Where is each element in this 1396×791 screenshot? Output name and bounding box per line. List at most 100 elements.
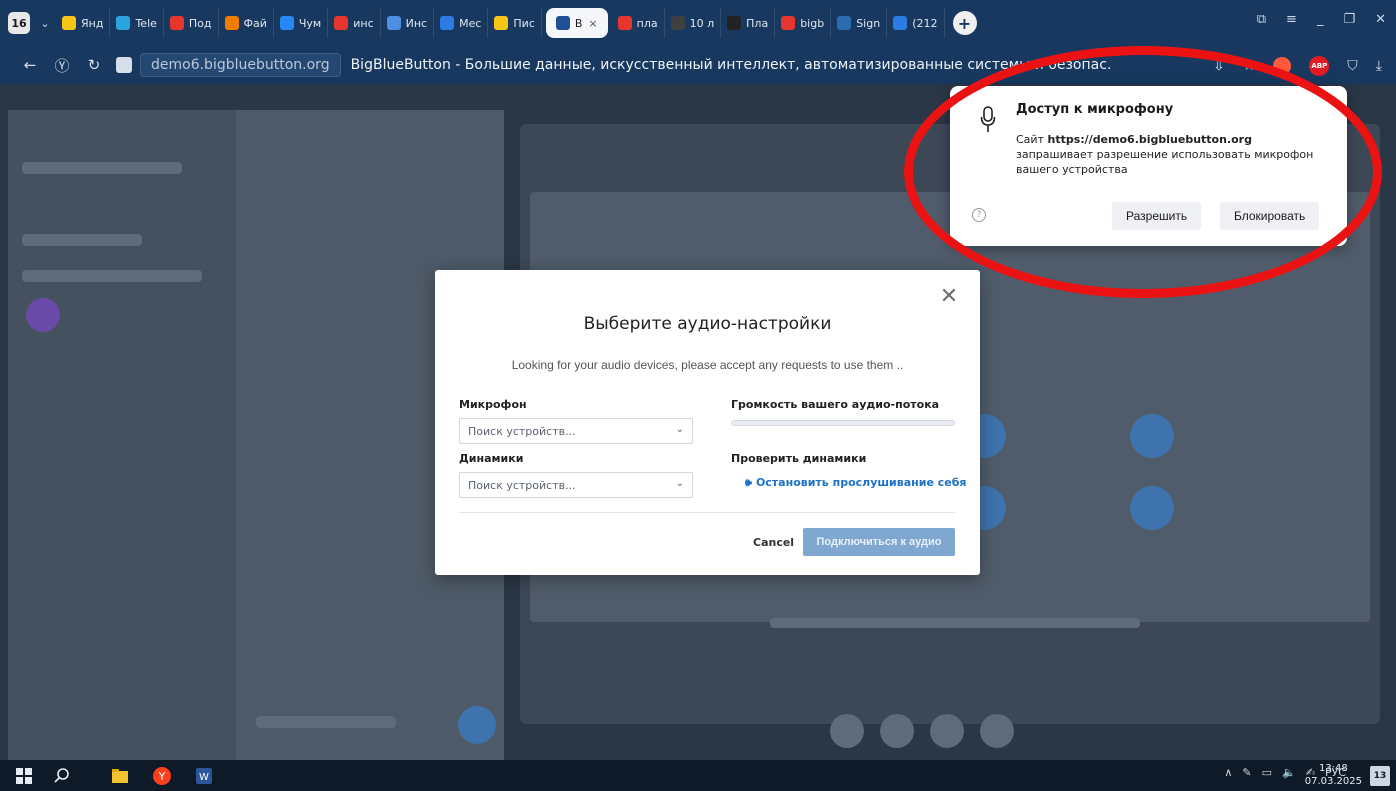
clock[interactable]: 13:48 07.03.2025 (1305, 762, 1362, 788)
blurred-circle (980, 714, 1014, 748)
browser-tab[interactable]: В × (545, 8, 608, 38)
browser-tab[interactable]: Tele (110, 8, 164, 38)
tab-favicon-icon (334, 16, 349, 30)
tab-label: инс (353, 16, 374, 30)
browser-tab-strip: 16 ⌄ Янд Tele Под Фай Чум инс Инс Мес Пис В × пла 10… (0, 0, 1396, 46)
stop-listen-link[interactable]: 🕪 Остановить прослушивание себя (745, 476, 966, 490)
bookmarks-icon[interactable]: ⧉ (1257, 12, 1266, 27)
blurred-circle (1130, 486, 1174, 530)
blurred-circle (1130, 414, 1174, 458)
browser-tab[interactable]: Янд (56, 8, 111, 38)
browser-tab[interactable]: Sign (831, 8, 888, 38)
volume-meter (731, 420, 955, 426)
tab-count-badge[interactable]: 16 (8, 12, 30, 34)
browser-tab[interactable]: 10 л (665, 8, 722, 38)
tab-favicon-icon (169, 16, 184, 30)
tab-label: Чум (298, 16, 322, 30)
browser-tab[interactable]: Пис (488, 8, 542, 38)
pen-icon[interactable]: ✎ (1242, 766, 1251, 779)
tab-favicon-icon (494, 16, 509, 30)
tab-favicon-icon (893, 16, 908, 30)
file-explorer-icon[interactable] (110, 766, 130, 786)
menu-icon[interactable]: ≡ (1286, 12, 1297, 27)
windows-taskbar: Y W ∧ ✎ ▭ 🔈 ✍ РУС 13:48 07.03.2025 13 (0, 760, 1396, 791)
rocket-extension-icon[interactable] (1273, 57, 1292, 75)
browser-tab[interactable]: bigb (775, 8, 832, 38)
clock-time: 13:48 (1318, 763, 1348, 774)
url-domain[interactable]: demo6.bigbluebutton.org (140, 53, 341, 77)
volume-icon[interactable]: 🔈 (1282, 766, 1296, 779)
permission-title: Доступ к микрофону (1016, 102, 1174, 117)
chevron-down-icon: ⌄ (675, 424, 684, 435)
block-button[interactable]: Блокировать (1220, 202, 1320, 230)
browser-tab[interactable]: Инс (381, 8, 435, 38)
speakers-label: Динамики (459, 452, 524, 465)
tab-label: Инс (405, 16, 428, 30)
browser-tab[interactable]: Под (164, 8, 219, 38)
tab-label: Sign (856, 16, 881, 30)
close-icon[interactable]: ✕ (938, 286, 960, 308)
tab-label: пла (636, 16, 658, 30)
blurred-circle (930, 714, 964, 748)
close-window-icon[interactable]: ✕ (1375, 12, 1386, 27)
permission-text-suffix: запрашивает разрешение использовать микр… (1016, 148, 1314, 176)
downloads-panel-icon[interactable]: ⤓ (1376, 58, 1382, 74)
restore-icon[interactable]: ❐ (1343, 12, 1355, 27)
windows-start-icon[interactable] (14, 766, 34, 786)
bookmark-star-icon[interactable]: ☆ (1243, 58, 1256, 74)
tab-favicon-icon (224, 16, 239, 30)
tab-list: Янд Tele Под Фай Чум инс Инс Мес Пис В × пла 10 л Пла… (56, 8, 945, 38)
chevron-down-icon[interactable]: ⌄ (34, 17, 56, 30)
chevron-up-icon[interactable]: ∧ (1224, 766, 1232, 779)
blurred-circle (880, 714, 914, 748)
yandex-browser-icon[interactable]: Y (152, 766, 172, 786)
page-title[interactable]: BigBlueButton - Большие данные, искусств… (351, 57, 1111, 73)
word-icon[interactable]: W (194, 766, 214, 786)
minimize-icon[interactable]: _ (1317, 12, 1324, 27)
tab-label: В (574, 16, 583, 30)
address-bar: ← Ⓨ ↻ demo6.bigbluebutton.org BigBlueBut… (0, 46, 1396, 84)
yandex-icon[interactable]: Ⓨ (46, 55, 78, 76)
browser-tab[interactable]: (212 (887, 8, 945, 38)
browser-tab[interactable]: Фай (219, 8, 274, 38)
tab-label: Под (188, 16, 212, 30)
svg-text:Y: Y (158, 770, 166, 783)
browser-tab[interactable]: Чум (274, 8, 329, 38)
tab-favicon-icon (837, 16, 852, 30)
modal-title: Выберите аудио-настройки (583, 314, 832, 334)
browser-tab[interactable]: инс (328, 8, 381, 38)
allow-button[interactable]: Разрешить (1112, 202, 1202, 230)
blurred-line (770, 618, 1140, 628)
tab-favicon-icon (617, 16, 632, 30)
speakers-select[interactable]: Поиск устройств... ⌄ (459, 472, 693, 498)
close-tab-icon[interactable]: × (588, 17, 597, 30)
battery-icon[interactable]: ▭ (1262, 766, 1272, 779)
blurred-line (256, 716, 396, 728)
notifications-icon[interactable]: 13 (1370, 766, 1390, 786)
download-icon[interactable]: ⇩ (1213, 58, 1225, 74)
browser-tab[interactable]: пла (612, 8, 665, 38)
clock-date: 07.03.2025 (1304, 776, 1362, 787)
microphone-select[interactable]: Поиск устройств... ⌄ (459, 418, 693, 444)
browser-tab[interactable]: Мес (434, 8, 489, 38)
help-icon[interactable]: ? (972, 208, 986, 222)
tab-label: Фай (243, 16, 267, 30)
tab-favicon-icon (386, 16, 401, 30)
adblock-extension-icon[interactable]: ABP (1309, 56, 1330, 76)
protect-icon[interactable]: ⛉ (1347, 58, 1358, 74)
mic-permission-popup: Доступ к микрофону Сайт https://demo6.bi… (950, 86, 1347, 246)
site-info-icon[interactable] (116, 57, 132, 73)
back-icon[interactable]: ← (14, 56, 46, 74)
blurred-line (22, 234, 142, 246)
new-tab-button[interactable]: + (952, 11, 977, 35)
browser-tab[interactable]: Пла (721, 8, 776, 38)
avatar (26, 298, 60, 332)
tab-label: 10 л (689, 16, 715, 30)
blurred-circle (458, 706, 496, 744)
connect-audio-button[interactable]: Подключиться к аудио (803, 528, 955, 556)
microphone-icon (980, 106, 996, 132)
reload-icon[interactable]: ↻ (78, 56, 110, 74)
search-icon[interactable] (52, 766, 72, 786)
modal-divider (459, 512, 955, 513)
cancel-button[interactable]: Cancel (753, 536, 794, 549)
